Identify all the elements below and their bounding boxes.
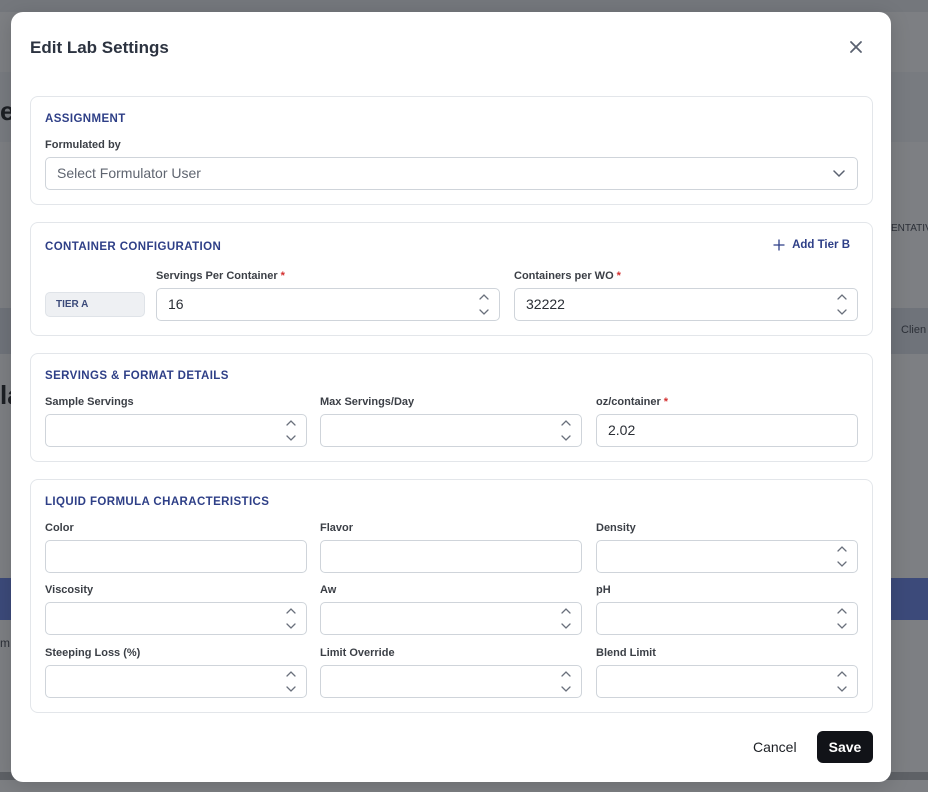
background-text-fragment: ENTATIV — [891, 223, 928, 234]
assignment-section: ASSIGNMENT Formulated by Select Formulat… — [30, 96, 873, 205]
add-tier-button[interactable]: Add Tier B — [773, 239, 850, 251]
oz-container-label: oz/container * — [596, 396, 669, 408]
flavor-label: Flavor — [320, 522, 354, 534]
sample-servings-input[interactable] — [45, 414, 307, 447]
number-stepper-icon[interactable] — [561, 419, 571, 442]
number-stepper-icon[interactable] — [837, 293, 847, 316]
steeping-loss-input[interactable] — [45, 665, 307, 698]
number-stepper-icon[interactable] — [286, 670, 296, 693]
servings-per-container-label: Servings Per Container * — [156, 270, 285, 282]
tier-badge: TIER A — [45, 292, 145, 317]
number-stepper-icon[interactable] — [837, 670, 847, 693]
add-tier-label: Add Tier B — [792, 239, 850, 251]
viscosity-input[interactable] — [45, 602, 307, 635]
limit-override-input[interactable] — [320, 665, 582, 698]
blend-limit-input[interactable] — [596, 665, 858, 698]
save-button[interactable]: Save — [817, 731, 873, 763]
number-stepper-icon[interactable] — [286, 419, 296, 442]
aw-label: Aw — [320, 584, 337, 596]
steeping-loss-label: Steeping Loss (%) — [45, 647, 141, 659]
number-stepper-icon[interactable] — [479, 293, 489, 316]
servings-per-container-input[interactable]: 16 — [156, 288, 500, 321]
max-servings-input[interactable] — [320, 414, 582, 447]
color-label: Color — [45, 522, 74, 534]
oz-container-input[interactable]: 2.02 — [596, 414, 858, 447]
blend-limit-label: Blend Limit — [596, 647, 656, 659]
chevron-down-icon — [833, 168, 845, 178]
section-title: ASSIGNMENT — [45, 113, 126, 125]
number-stepper-icon[interactable] — [837, 545, 847, 568]
density-input[interactable] — [596, 540, 858, 573]
select-placeholder: Select Formulator User — [57, 165, 201, 181]
formulated-by-label: Formulated by — [45, 139, 121, 151]
servings-format-section: SERVINGS & FORMAT DETAILS Sample Serving… — [30, 353, 873, 462]
sample-servings-label: Sample Servings — [45, 396, 134, 408]
section-title: CONTAINER CONFIGURATION — [45, 241, 222, 253]
cancel-button[interactable]: Cancel — [753, 739, 797, 755]
number-stepper-icon[interactable] — [561, 607, 571, 630]
section-title: LIQUID FORMULA CHARACTERISTICS — [45, 496, 270, 508]
color-input[interactable] — [45, 540, 307, 573]
modal-title: Edit Lab Settings — [30, 38, 169, 57]
edit-lab-settings-modal: Edit Lab Settings ASSIGNMENT Formulated … — [11, 12, 891, 782]
containers-per-wo-input[interactable]: 32222 — [514, 288, 858, 321]
background-text-fragment: m — [0, 636, 10, 650]
number-stepper-icon[interactable] — [561, 670, 571, 693]
flavor-input[interactable] — [320, 540, 582, 573]
aw-input[interactable] — [320, 602, 582, 635]
close-icon[interactable] — [847, 38, 865, 56]
ph-label: pH — [596, 584, 611, 596]
ph-input[interactable] — [596, 602, 858, 635]
plus-icon — [773, 239, 785, 251]
section-title: SERVINGS & FORMAT DETAILS — [45, 370, 229, 382]
max-servings-label: Max Servings/Day — [320, 396, 415, 408]
container-configuration-section: CONTAINER CONFIGURATION Add Tier B TIER … — [30, 222, 873, 336]
viscosity-label: Viscosity — [45, 584, 94, 596]
background-header — [0, 0, 928, 12]
density-label: Density — [596, 522, 636, 534]
limit-override-label: Limit Override — [320, 647, 395, 659]
number-stepper-icon[interactable] — [837, 607, 847, 630]
number-stepper-icon[interactable] — [286, 607, 296, 630]
containers-per-wo-label: Containers per WO * — [514, 270, 621, 282]
formulated-by-select[interactable]: Select Formulator User — [45, 157, 858, 190]
background-text-fragment: Clien — [901, 324, 927, 336]
liquid-formula-section: LIQUID FORMULA CHARACTERISTICS Color Fla… — [30, 479, 873, 713]
